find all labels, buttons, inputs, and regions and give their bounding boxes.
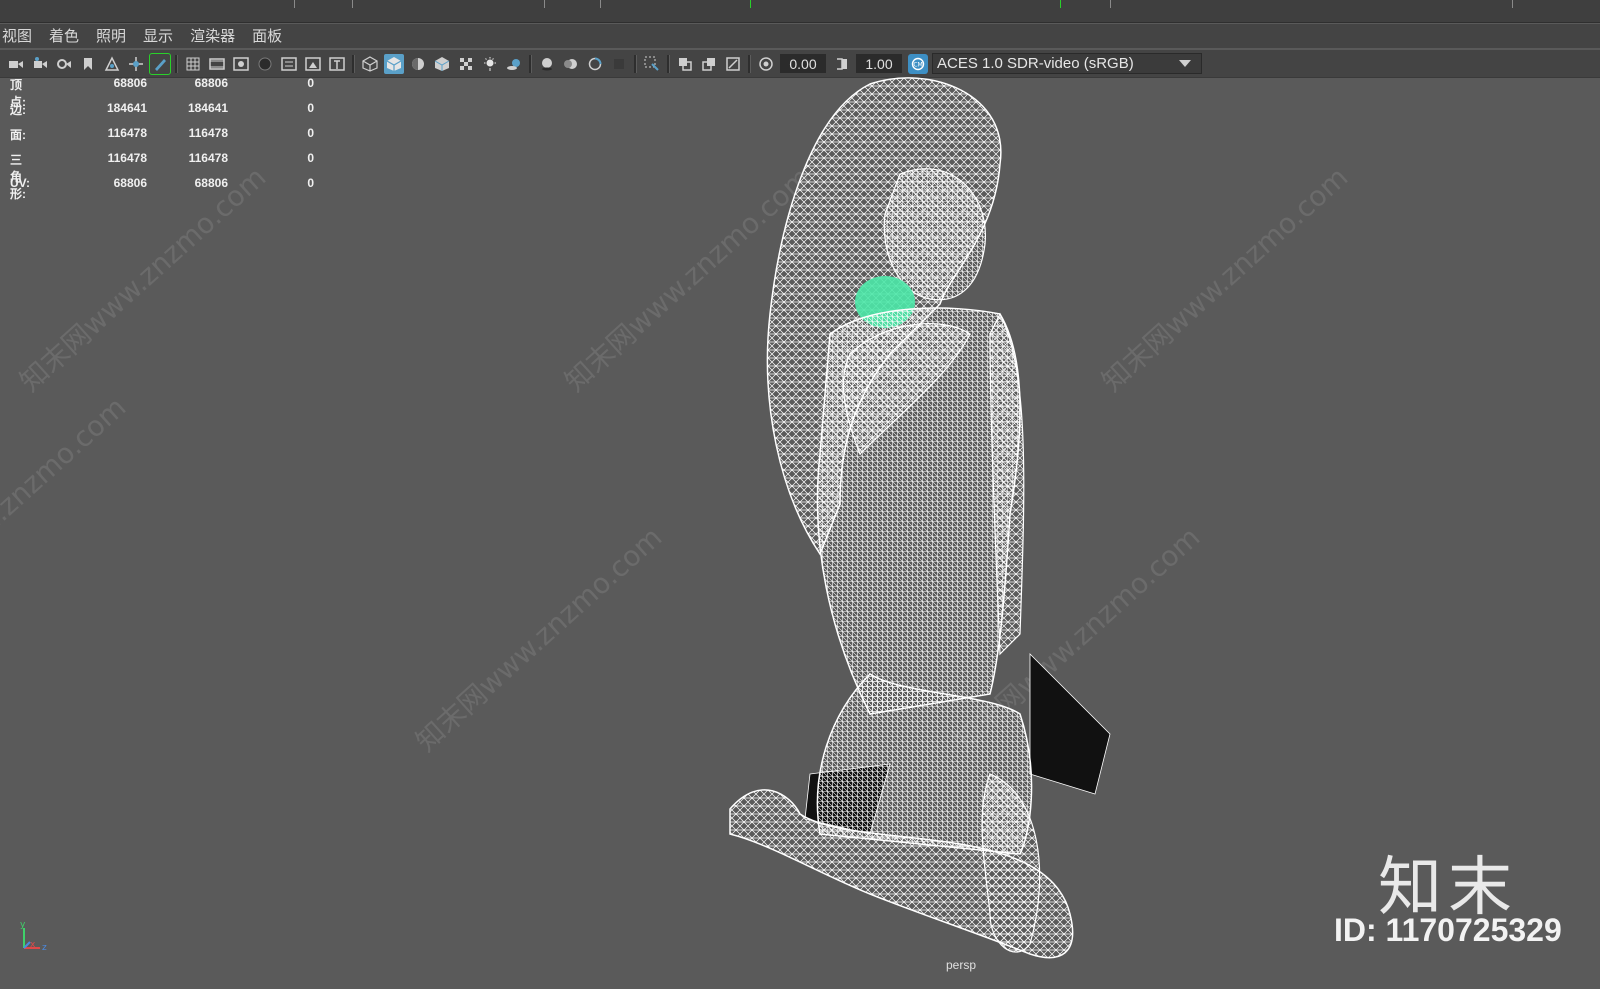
lock-camera-icon[interactable] bbox=[30, 54, 50, 74]
menu-lighting[interactable]: 照明 bbox=[94, 24, 135, 48]
gate-mask-icon[interactable] bbox=[255, 54, 275, 74]
axis-gizmo-icon: y x z bbox=[20, 920, 47, 953]
hud-value: 184641 bbox=[187, 101, 228, 115]
textured-icon[interactable] bbox=[432, 54, 452, 74]
isolate-select-icon[interactable] bbox=[642, 54, 662, 74]
select-camera-icon[interactable] bbox=[6, 54, 26, 74]
gamma-icon[interactable] bbox=[832, 54, 852, 74]
hud-value: 116478 bbox=[188, 126, 228, 140]
hud-value: 0 bbox=[307, 76, 314, 90]
menu-view[interactable]: 视图 bbox=[0, 24, 41, 48]
lights-icon[interactable] bbox=[480, 54, 500, 74]
chevron-down-icon[interactable] bbox=[1179, 60, 1191, 67]
xray-joints-icon[interactable] bbox=[699, 54, 719, 74]
hud-label: 面: bbox=[10, 128, 26, 142]
menu-renderer[interactable]: 渲染器 bbox=[188, 24, 244, 48]
menu-panels[interactable]: 面板 bbox=[250, 24, 291, 48]
hud-value: 116478 bbox=[107, 151, 147, 165]
hud-value: 68806 bbox=[113, 176, 147, 190]
bookmark-icon[interactable] bbox=[78, 54, 98, 74]
svg-text:CM: CM bbox=[913, 61, 922, 68]
hud-value: 0 bbox=[307, 176, 314, 190]
camera-name-label: persp bbox=[946, 958, 977, 972]
view-transform-value: ACES 1.0 SDR-video (sRGB) bbox=[937, 55, 1134, 72]
hud-value: 68806 bbox=[113, 76, 147, 90]
gamma-field[interactable]: 1.00 bbox=[856, 54, 902, 73]
hud-value: 68806 bbox=[194, 76, 228, 90]
axis-x-label: x bbox=[30, 940, 36, 950]
exposure-field[interactable]: 0.00 bbox=[780, 54, 826, 73]
menu-shading[interactable]: 着色 bbox=[47, 24, 88, 48]
watermark-text: 知末网www.znzmo.com bbox=[13, 160, 273, 399]
two-d-pan-icon[interactable] bbox=[126, 54, 146, 74]
camera-attributes-icon[interactable] bbox=[54, 54, 74, 74]
hud-label: 边: bbox=[10, 103, 26, 117]
safe-action-icon[interactable] bbox=[303, 54, 323, 74]
hud-value: 0 bbox=[307, 151, 314, 165]
hud-value: 116478 bbox=[188, 151, 228, 165]
smooth-shade-icon[interactable] bbox=[384, 53, 404, 74]
safe-title-icon[interactable] bbox=[327, 54, 347, 74]
panel-menu-bar: 视图 着色 照明 显示 渲染器 面板 bbox=[0, 24, 1600, 48]
axis-z-label: z bbox=[42, 943, 47, 953]
default-material-icon[interactable] bbox=[408, 54, 428, 74]
hud-value: 116478 bbox=[107, 126, 147, 140]
hud-value: 0 bbox=[307, 126, 314, 140]
hud-value: 68806 bbox=[194, 176, 228, 190]
hud-value: 184641 bbox=[106, 101, 147, 115]
anti-aliasing-icon[interactable] bbox=[585, 54, 605, 74]
menu-show[interactable]: 显示 bbox=[141, 24, 182, 48]
image-id-label: ID: 1170725329 bbox=[1334, 912, 1562, 948]
grease-pencil-icon[interactable] bbox=[149, 52, 171, 75]
film-gate-icon[interactable] bbox=[207, 54, 227, 74]
watermark-text: 知末网www.znzmo.com bbox=[0, 390, 133, 629]
shadows-icon[interactable] bbox=[504, 54, 524, 74]
hud-value: 0 bbox=[307, 101, 314, 115]
screen-space-ao-icon[interactable] bbox=[537, 54, 557, 74]
backface-culling-icon[interactable] bbox=[723, 54, 743, 74]
image-plane-icon[interactable] bbox=[102, 54, 122, 74]
grid-icon[interactable] bbox=[183, 54, 203, 74]
depth-of-field-icon[interactable] bbox=[609, 54, 629, 74]
exposure-icon[interactable] bbox=[756, 54, 776, 74]
resolution-gate-icon[interactable] bbox=[231, 54, 251, 74]
motion-blur-icon[interactable] bbox=[561, 54, 581, 74]
view-transform-dropdown[interactable]: ACES 1.0 SDR-video (sRGB) bbox=[932, 53, 1202, 74]
wireframe-figure[interactable] bbox=[700, 74, 1160, 974]
field-chart-icon[interactable] bbox=[279, 54, 299, 74]
color-management-icon[interactable]: CM bbox=[908, 53, 928, 74]
top-shelf-strip bbox=[0, 0, 1600, 23]
axis-y-label: y bbox=[20, 920, 26, 930]
hud-label: UV: bbox=[10, 176, 31, 190]
watermark-text: 知末网www.znzmo.com bbox=[409, 520, 669, 759]
checker-icon[interactable] bbox=[456, 54, 476, 74]
xray-icon[interactable] bbox=[675, 54, 695, 74]
wireframe-icon[interactable] bbox=[360, 54, 380, 74]
